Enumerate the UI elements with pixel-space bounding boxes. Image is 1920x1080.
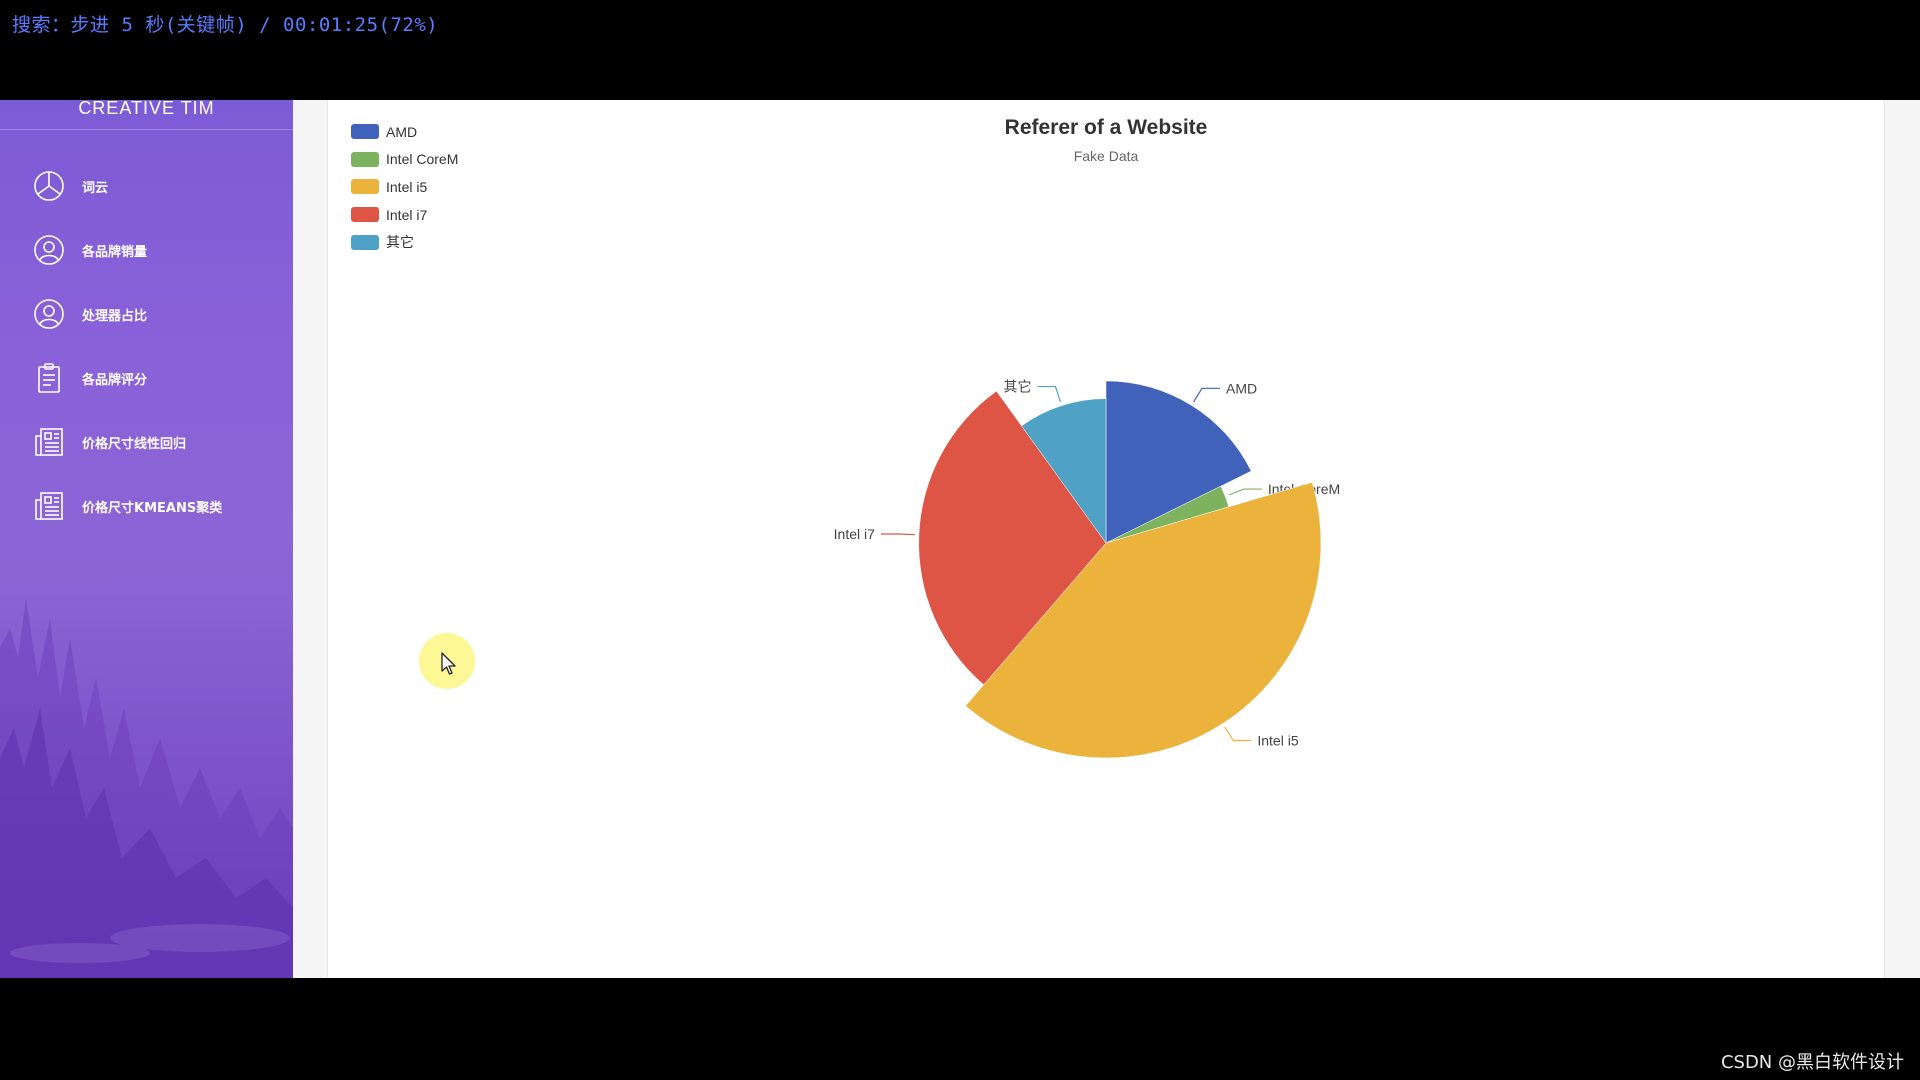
pie-label-line <box>1193 387 1220 403</box>
sidebar-item-price-size-regression[interactable]: 价格尺寸线性回归 <box>0 410 293 474</box>
pie-slice-label: Intel i5 <box>1257 732 1298 748</box>
sidebar-nav: 词云 各品牌销量 处理器占比 各品牌评分 价格尺寸线性回归 价格尺寸KMEANS… <box>0 154 293 538</box>
pie-label-line <box>1228 488 1262 496</box>
sidebar: CREATIVE TIM 词云 各品牌销量 处理器占比 各品牌评分 价格尺寸线性… <box>0 100 293 978</box>
playback-status-text: 搜索：步进 5 秒(关键帧) / 00:01:25(72%) <box>12 14 439 36</box>
app-window: CREATIVE TIM 词云 各品牌销量 处理器占比 各品牌评分 价格尺寸线性… <box>0 100 1920 978</box>
sidebar-item-label: 各品牌评分 <box>82 372 148 388</box>
sidebar-item-price-size-kmeans[interactable]: 价格尺寸KMEANS聚类 <box>0 474 293 538</box>
sidebar-item-wordcloud[interactable]: 词云 <box>0 154 293 218</box>
sidebar-forest-background <box>0 598 293 978</box>
sidebar-item-brand-sales[interactable]: 各品牌销量 <box>0 218 293 282</box>
brand-logo-text: CREATIVE TIM <box>0 100 293 130</box>
sidebar-item-label: 词云 <box>82 180 109 196</box>
pie-label-line <box>1224 726 1252 742</box>
user-icon <box>32 233 66 267</box>
pie-slice-label: Intel i7 <box>834 526 875 542</box>
sidebar-item-label: 价格尺寸线性回归 <box>82 436 187 452</box>
news-icon <box>32 489 66 523</box>
pie-label-line <box>880 533 915 536</box>
clipboard-icon <box>32 361 66 395</box>
watermark-text: CSDN @黑白软件设计 <box>1720 1052 1904 1073</box>
sidebar-item-label: 处理器占比 <box>82 308 148 324</box>
user-icon <box>32 297 66 331</box>
mouse-pointer-icon <box>441 652 456 675</box>
pie-chart: AMDIntel CoreMIntel i5Intel i7其它 <box>834 379 1340 759</box>
chart-panel: AMD Intel CoreM Intel i5 Intel i7 其它 Ref… <box>327 100 1885 978</box>
sidebar-item-label: 价格尺寸KMEANS聚类 <box>82 500 223 516</box>
news-icon <box>32 425 66 459</box>
pie-label-line <box>1037 385 1061 402</box>
pie-slice-label: 其它 <box>1003 379 1031 395</box>
sidebar-item-brand-rating[interactable]: 各品牌评分 <box>0 346 293 410</box>
pie-chart-icon <box>32 169 66 203</box>
pie-slice-label: AMD <box>1226 380 1257 396</box>
sidebar-item-processor-share[interactable]: 处理器占比 <box>0 282 293 346</box>
sidebar-item-label: 各品牌销量 <box>82 244 148 260</box>
